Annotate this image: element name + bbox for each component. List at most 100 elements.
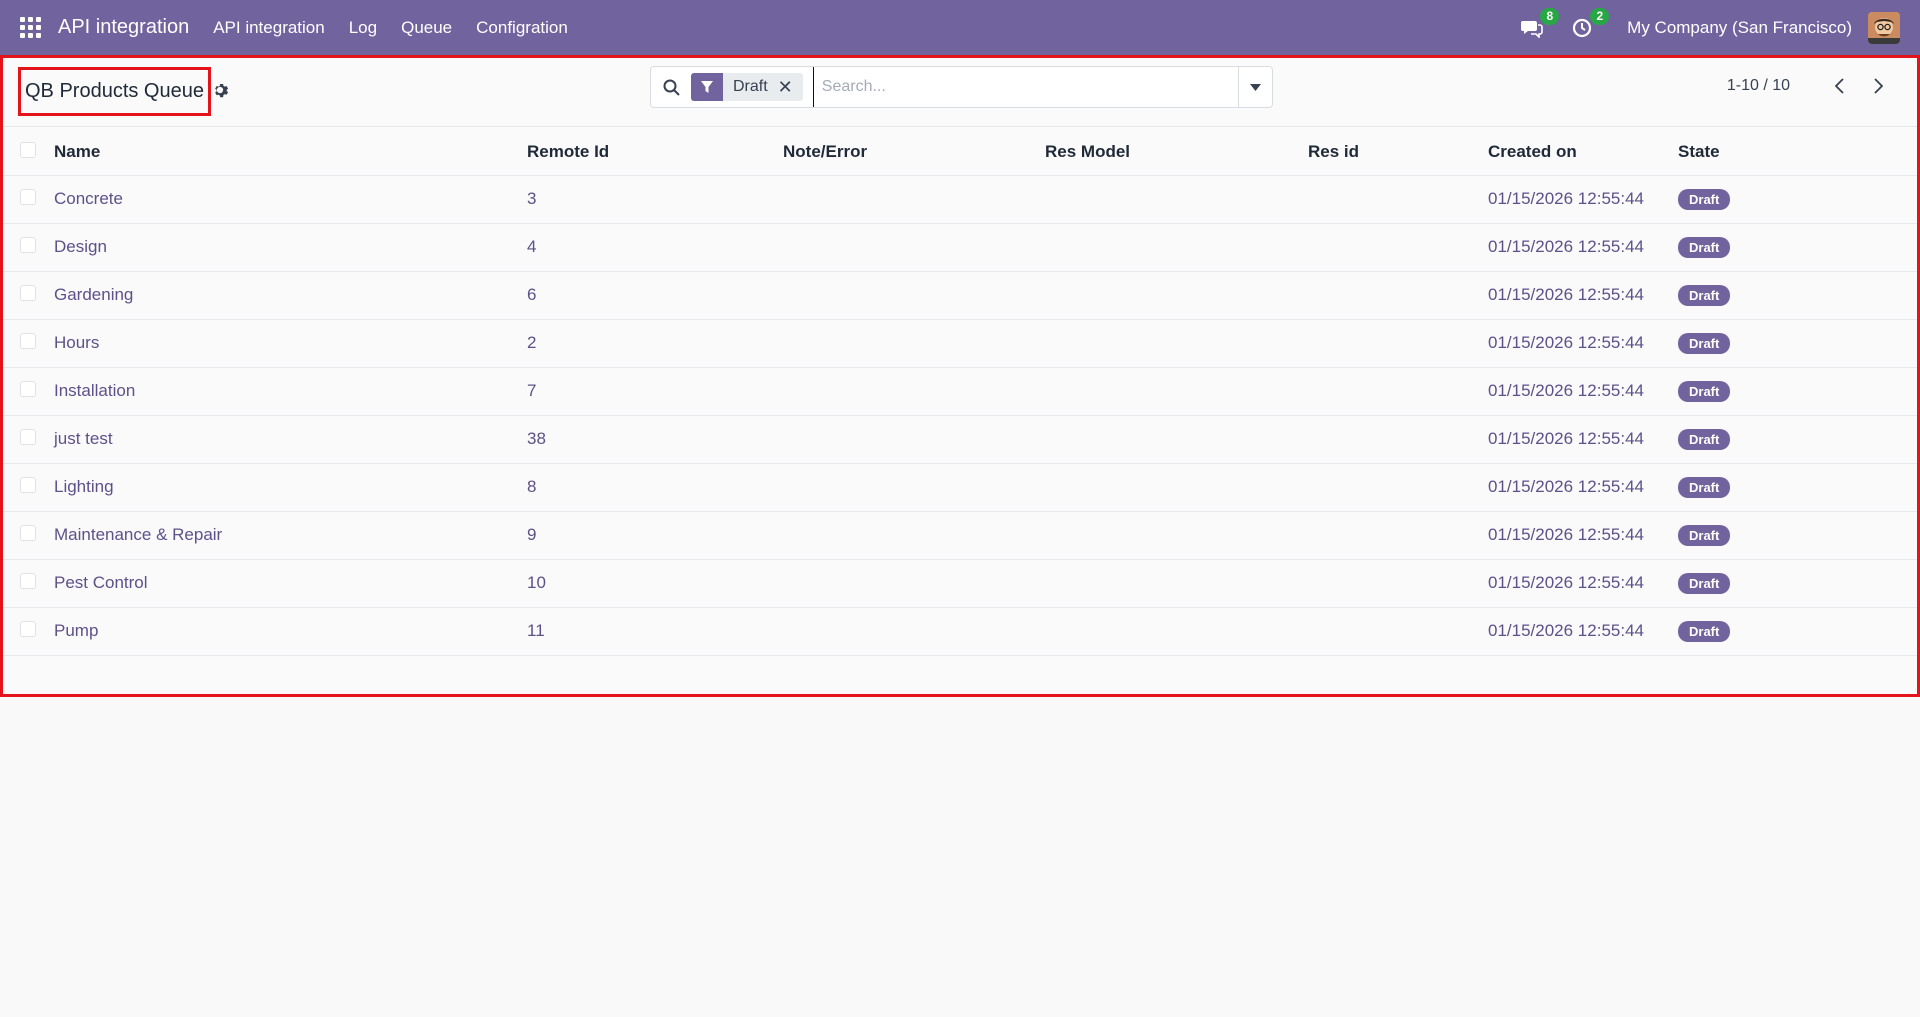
cell-remote-id[interactable]: 3 (527, 175, 783, 224)
cell-note-error[interactable] (783, 367, 1045, 416)
cell-name[interactable]: Hours (54, 319, 527, 368)
search-input[interactable] (812, 67, 1238, 107)
app-brand[interactable]: API integration (58, 16, 189, 39)
column-header-state[interactable]: State (1678, 130, 1917, 176)
cell-name[interactable]: Installation (54, 367, 527, 416)
cell-note-error[interactable] (783, 271, 1045, 320)
cell-note-error[interactable] (783, 223, 1045, 272)
chevron-left-icon[interactable] (1830, 72, 1850, 100)
table-row[interactable]: Gardening 6 01/15/2026 12:55:44 Draft (3, 271, 1917, 320)
cell-name[interactable]: Pump (54, 607, 527, 656)
row-checkbox[interactable] (20, 380, 36, 397)
close-icon[interactable]: ✕ (778, 73, 803, 101)
cell-created-on[interactable]: 01/15/2026 12:55:44 (1488, 463, 1678, 512)
cell-res-id[interactable] (1308, 175, 1488, 224)
table-row[interactable]: Hours 2 01/15/2026 12:55:44 Draft (3, 319, 1917, 368)
cell-res-model[interactable] (1045, 607, 1308, 656)
cell-state[interactable]: Draft (1678, 607, 1917, 656)
column-header-note-error[interactable]: Note/Error (783, 130, 1045, 176)
cell-note-error[interactable] (783, 511, 1045, 560)
menu-log[interactable]: Log (349, 18, 377, 38)
cell-remote-id[interactable]: 38 (527, 415, 783, 464)
column-header-res-model[interactable]: Res Model (1045, 130, 1308, 176)
table-row[interactable]: Design 4 01/15/2026 12:55:44 Draft (3, 223, 1917, 272)
table-row[interactable]: Pump 11 01/15/2026 12:55:44 Draft (3, 607, 1917, 656)
table-row[interactable]: Pest Control 10 01/15/2026 12:55:44 Draft (3, 559, 1917, 608)
cell-res-model[interactable] (1045, 223, 1308, 272)
column-header-res-id[interactable]: Res id (1308, 130, 1488, 176)
cell-created-on[interactable]: 01/15/2026 12:55:44 (1488, 607, 1678, 656)
cell-res-id[interactable] (1308, 511, 1488, 560)
cell-remote-id[interactable]: 2 (527, 319, 783, 368)
cell-res-model[interactable] (1045, 415, 1308, 464)
cell-created-on[interactable]: 01/15/2026 12:55:44 (1488, 271, 1678, 320)
cell-state[interactable]: Draft (1678, 511, 1917, 560)
gear-icon[interactable] (211, 81, 229, 99)
cell-res-id[interactable] (1308, 607, 1488, 656)
cell-created-on[interactable]: 01/15/2026 12:55:44 (1488, 511, 1678, 560)
cell-res-id[interactable] (1308, 223, 1488, 272)
row-checkbox[interactable] (20, 572, 36, 589)
cell-res-model[interactable] (1045, 319, 1308, 368)
cell-res-model[interactable] (1045, 367, 1308, 416)
cell-name[interactable]: Concrete (54, 175, 527, 224)
search-icon[interactable] (651, 67, 691, 107)
column-header-created-on[interactable]: Created on (1488, 130, 1678, 176)
cell-name[interactable]: Lighting (54, 463, 527, 512)
cell-created-on[interactable]: 01/15/2026 12:55:44 (1488, 415, 1678, 464)
cell-remote-id[interactable]: 4 (527, 223, 783, 272)
chevron-right-icon[interactable] (1868, 72, 1888, 100)
menu-api-integration[interactable]: API integration (213, 18, 325, 38)
cell-res-model[interactable] (1045, 271, 1308, 320)
cell-note-error[interactable] (783, 175, 1045, 224)
menu-queue[interactable]: Queue (401, 18, 452, 38)
cell-res-model[interactable] (1045, 511, 1308, 560)
cell-name[interactable]: just test (54, 415, 527, 464)
cell-remote-id[interactable]: 6 (527, 271, 783, 320)
activities-button[interactable]: 2 (1571, 7, 1610, 39)
table-row[interactable]: Lighting 8 01/15/2026 12:55:44 Draft (3, 463, 1917, 512)
cell-res-id[interactable] (1308, 559, 1488, 608)
table-row[interactable]: Installation 7 01/15/2026 12:55:44 Draft (3, 367, 1917, 416)
cell-note-error[interactable] (783, 559, 1045, 608)
row-checkbox[interactable] (20, 476, 36, 493)
cell-note-error[interactable] (783, 463, 1045, 512)
apps-grid-icon[interactable] (20, 16, 42, 39)
cell-res-id[interactable] (1308, 463, 1488, 512)
column-header-remote-id[interactable]: Remote Id (527, 130, 783, 176)
cell-remote-id[interactable]: 9 (527, 511, 783, 560)
cell-remote-id[interactable]: 10 (527, 559, 783, 608)
cell-created-on[interactable]: 01/15/2026 12:55:44 (1488, 175, 1678, 224)
cell-res-id[interactable] (1308, 367, 1488, 416)
row-checkbox[interactable] (20, 332, 36, 349)
cell-name[interactable]: Pest Control (54, 559, 527, 608)
cell-note-error[interactable] (783, 607, 1045, 656)
cell-created-on[interactable]: 01/15/2026 12:55:44 (1488, 223, 1678, 272)
search-options-toggle[interactable] (1238, 67, 1272, 107)
cell-created-on[interactable]: 01/15/2026 12:55:44 (1488, 319, 1678, 368)
user-avatar[interactable] (1868, 11, 1900, 44)
cell-name[interactable]: Design (54, 223, 527, 272)
table-row[interactable]: Maintenance & Repair 9 01/15/2026 12:55:44… (3, 511, 1917, 560)
cell-remote-id[interactable]: 7 (527, 367, 783, 416)
cell-res-id[interactable] (1308, 415, 1488, 464)
menu-configration[interactable]: Configration (476, 18, 568, 38)
pager-value[interactable]: 1-10 / 10 (1727, 77, 1790, 95)
cell-res-id[interactable] (1308, 271, 1488, 320)
messages-button[interactable]: 8 (1521, 7, 1560, 39)
row-checkbox[interactable] (20, 620, 36, 637)
row-checkbox[interactable] (20, 188, 36, 205)
cell-state[interactable]: Draft (1678, 223, 1917, 272)
cell-created-on[interactable]: 01/15/2026 12:55:44 (1488, 367, 1678, 416)
cell-res-model[interactable] (1045, 463, 1308, 512)
cell-state[interactable]: Draft (1678, 415, 1917, 464)
cell-state[interactable]: Draft (1678, 175, 1917, 224)
cell-note-error[interactable] (783, 415, 1045, 464)
cell-remote-id[interactable]: 8 (527, 463, 783, 512)
select-all-checkbox[interactable] (20, 141, 36, 158)
column-header-name[interactable]: Name (54, 130, 527, 176)
company-switcher[interactable]: My Company (San Francisco) (1627, 18, 1852, 38)
cell-state[interactable]: Draft (1678, 271, 1917, 320)
table-row[interactable]: just test 38 01/15/2026 12:55:44 Draft (3, 415, 1917, 464)
row-checkbox[interactable] (20, 236, 36, 253)
